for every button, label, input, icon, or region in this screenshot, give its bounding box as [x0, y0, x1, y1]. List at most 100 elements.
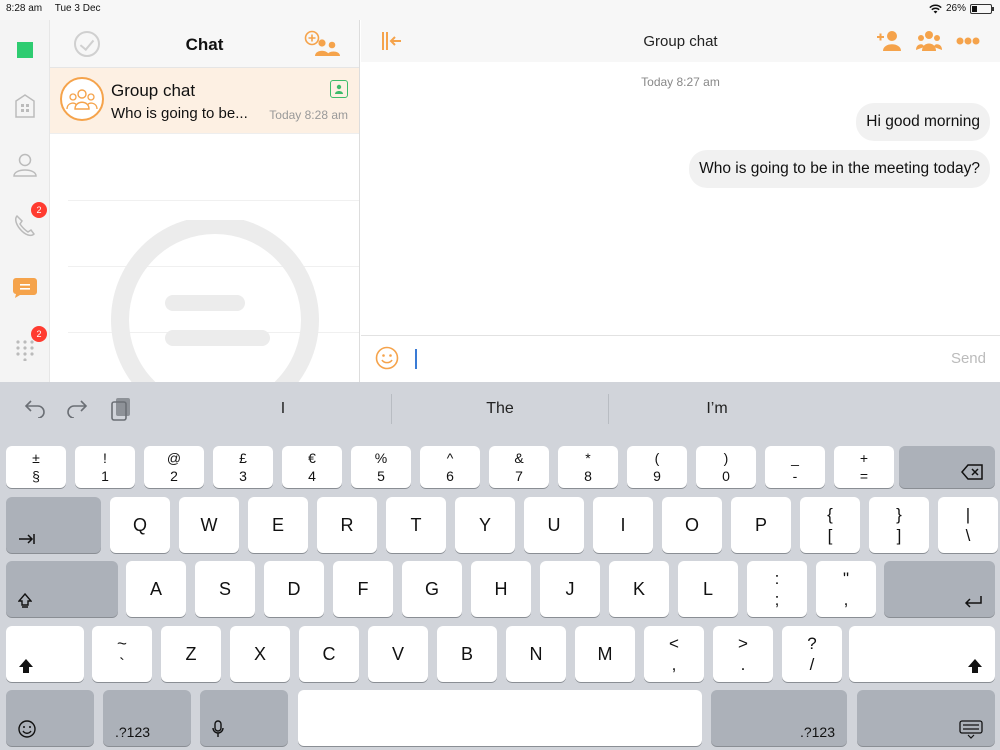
key-v[interactable]: V: [368, 626, 428, 682]
key-x[interactable]: X: [230, 626, 290, 682]
emoji-key[interactable]: [6, 690, 94, 746]
key-=[interactable]: + =: [834, 446, 894, 488]
key-h[interactable]: H: [471, 561, 531, 617]
suggestion-item[interactable]: I: [183, 400, 383, 418]
chat-nav-icon[interactable]: [9, 272, 41, 304]
shift-left-key[interactable]: [6, 626, 84, 682]
battery-icon: [970, 3, 994, 14]
new-group-chat-icon[interactable]: [303, 30, 341, 58]
redo-icon[interactable]: [66, 398, 88, 418]
key-t[interactable]: T: [386, 497, 446, 553]
key-z[interactable]: Z: [161, 626, 221, 682]
key-6[interactable]: ^ 6: [420, 446, 480, 488]
chat-list-header: Chat: [50, 20, 359, 68]
key-label: `: [119, 655, 125, 674]
key-label: !: [103, 450, 107, 466]
return-key[interactable]: [884, 561, 995, 617]
message-input[interactable]: [411, 342, 931, 376]
wifi-icon: [929, 3, 942, 13]
key-§[interactable]: ± §: [6, 446, 66, 488]
tab-key[interactable]: [6, 497, 101, 553]
send-button[interactable]: Send: [951, 350, 986, 367]
dialpad-badge: 2: [31, 326, 47, 342]
key-5[interactable]: % 5: [351, 446, 411, 488]
key-label: _: [791, 450, 799, 466]
emoji-icon[interactable]: [375, 346, 399, 370]
mode-switch-key[interactable]: .?123: [103, 690, 191, 746]
add-participant-icon[interactable]: [876, 30, 902, 52]
key-r[interactable]: R: [317, 497, 377, 553]
key-q[interactable]: Q: [110, 497, 170, 553]
mode-switch-key[interactable]: .?123: [711, 690, 847, 746]
key-c[interactable]: C: [299, 626, 359, 682]
key-f[interactable]: F: [333, 561, 393, 617]
key-label: +: [859, 450, 869, 466]
key-k[interactable]: K: [609, 561, 669, 617]
key--[interactable]: _ -: [765, 446, 825, 488]
key-symbol[interactable]: <,: [644, 626, 704, 682]
key-j[interactable]: J: [540, 561, 600, 617]
hide-keyboard-key[interactable]: [857, 690, 995, 746]
key-symbol[interactable]: | \: [938, 497, 998, 553]
key-symbol[interactable]: >.: [713, 626, 773, 682]
key-4[interactable]: €4: [282, 446, 342, 488]
key-1[interactable]: ! 1: [75, 446, 135, 488]
backspace-key[interactable]: [899, 446, 995, 488]
space-key[interactable]: [298, 690, 702, 746]
key-2[interactable]: @2: [144, 446, 204, 488]
key-9[interactable]: (9: [627, 446, 687, 488]
key-8[interactable]: * 8: [558, 446, 618, 488]
message-bubble[interactable]: Who is going to be in the meeting today?: [689, 150, 990, 188]
key-a[interactable]: A: [126, 561, 186, 617]
key-label: <: [669, 634, 679, 653]
more-options-icon[interactable]: [956, 37, 980, 45]
key-label: ~: [117, 634, 127, 653]
calls-icon[interactable]: 2: [9, 202, 47, 242]
key-n[interactable]: N: [506, 626, 566, 682]
key-s[interactable]: S: [195, 561, 255, 617]
key-d[interactable]: D: [264, 561, 324, 617]
key-3[interactable]: £3: [213, 446, 273, 488]
dialpad-icon[interactable]: 2: [9, 326, 47, 366]
contacts-icon[interactable]: [9, 148, 41, 180]
key-m[interactable]: M: [575, 626, 635, 682]
participants-icon[interactable]: [916, 30, 942, 52]
key-symbol[interactable]: ",: [816, 561, 876, 617]
company-directory-icon[interactable]: [9, 90, 41, 122]
key-symbol[interactable]: ? /: [782, 626, 842, 682]
message-bubble[interactable]: Hi good morning: [856, 103, 990, 141]
clipboard-icon[interactable]: [110, 396, 134, 422]
key-symbol[interactable]: ~ `: [92, 626, 152, 682]
chat-list-item[interactable]: Group chat Who is going to be... Today 8…: [50, 68, 359, 134]
key-symbol[interactable]: }]: [869, 497, 929, 553]
key-label: X: [253, 643, 266, 664]
key-p[interactable]: P: [731, 497, 791, 553]
shift-right-key[interactable]: [849, 626, 995, 682]
caps-lock-key[interactable]: [6, 561, 118, 617]
key-l[interactable]: L: [678, 561, 738, 617]
key-e[interactable]: E: [248, 497, 308, 553]
key-u[interactable]: U: [524, 497, 584, 553]
key-label: Q: [132, 514, 147, 535]
key-symbol[interactable]: {[: [800, 497, 860, 553]
key-g[interactable]: G: [402, 561, 462, 617]
key-o[interactable]: O: [662, 497, 722, 553]
key-label: 2: [170, 468, 178, 484]
key-i[interactable]: I: [593, 497, 653, 553]
dictation-key[interactable]: [200, 690, 288, 746]
key-label: L: [702, 578, 713, 599]
key-7[interactable]: & 7: [489, 446, 549, 488]
key-symbol[interactable]: :;: [747, 561, 807, 617]
on-screen-keyboard: I The I’m ± §! 1 @2 £3 €4% 5 ^ 6 & 7 * 8(9) 0 _ - + = Q W E R…: [0, 382, 1000, 750]
key-0[interactable]: ) 0: [696, 446, 756, 488]
key-b[interactable]: B: [437, 626, 497, 682]
key-w[interactable]: W: [179, 497, 239, 553]
undo-icon[interactable]: [24, 398, 46, 418]
chat-name: Group chat: [111, 81, 196, 100]
key-label: =: [859, 468, 869, 484]
key-y[interactable]: Y: [455, 497, 515, 553]
suggestion-item[interactable]: I’m: [617, 400, 817, 418]
key-label: €: [308, 450, 316, 466]
suggestion-item[interactable]: The: [400, 400, 600, 418]
presence-status-icon[interactable]: [9, 34, 41, 66]
